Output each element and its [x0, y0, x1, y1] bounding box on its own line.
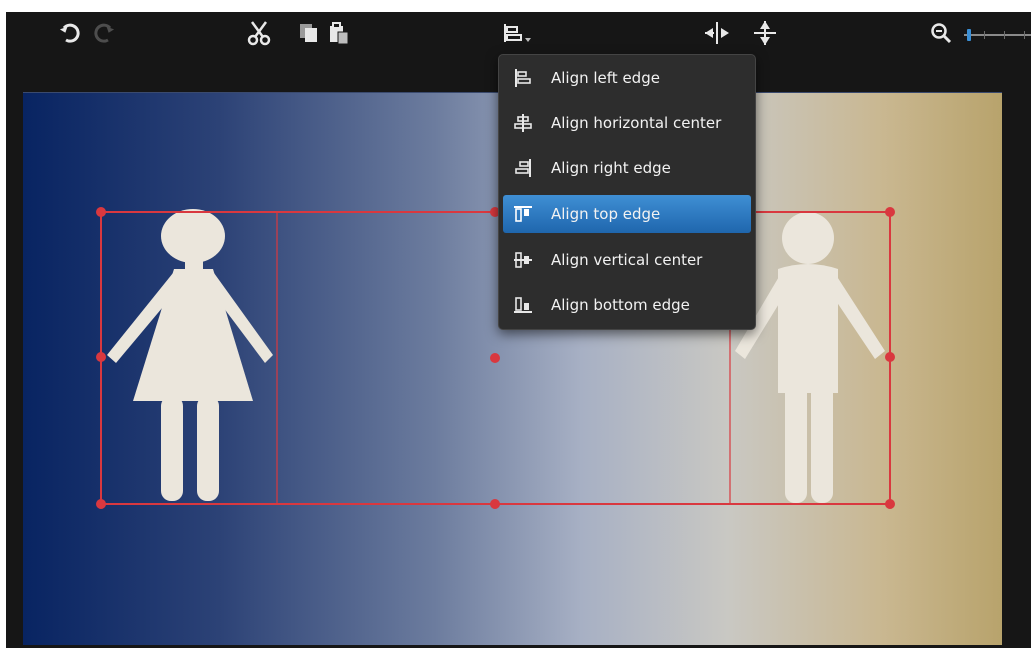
menu-item-label: Align left edge: [551, 69, 660, 87]
align-vertical-center-icon: [514, 252, 532, 268]
distribute-vertical-button[interactable]: [750, 18, 780, 48]
copy-button[interactable]: [294, 18, 324, 48]
zoom-slider[interactable]: [964, 29, 1031, 41]
align-dropdown-button[interactable]: [498, 18, 538, 48]
zoom-slider-thumb[interactable]: [967, 29, 971, 41]
redo-icon: [94, 23, 115, 43]
distribute-horizontal-icon: [705, 22, 729, 44]
handle-middle-right[interactable]: [885, 352, 895, 362]
zoom-tick: [984, 31, 985, 39]
handle-bottom-left[interactable]: [96, 499, 106, 509]
scissors-icon: [247, 21, 271, 46]
menu-item-align-left-edge[interactable]: Align left edge: [503, 59, 751, 97]
menu-item-align-bottom-edge[interactable]: Align bottom edge: [503, 286, 751, 324]
zoom-tick: [1004, 31, 1005, 39]
handle-top-right[interactable]: [885, 207, 895, 217]
man-figure[interactable]: [735, 212, 885, 503]
undo-icon: [59, 23, 80, 43]
handle-middle-left[interactable]: [96, 352, 106, 362]
zoom-tick: [1024, 31, 1025, 39]
redo-button[interactable]: [88, 18, 118, 48]
align-bottom-edge-icon: [514, 297, 532, 313]
menu-item-align-vertical-center[interactable]: Align vertical center: [503, 241, 751, 279]
distribute-vertical-icon: [754, 21, 776, 45]
handle-top-left[interactable]: [96, 207, 106, 217]
menu-item-label: Align horizontal center: [551, 114, 722, 132]
editor-window: Align left edge Align horizontal center …: [6, 12, 1031, 648]
handle-bottom-center[interactable]: [490, 499, 500, 509]
align-left-dropdown-icon: [504, 24, 531, 42]
menu-item-align-right-edge[interactable]: Align right edge: [503, 149, 751, 187]
align-horizontal-center-icon: [514, 114, 532, 132]
paste-button[interactable]: [324, 18, 354, 48]
woman-figure[interactable]: [107, 209, 273, 501]
handle-center[interactable]: [490, 353, 500, 363]
handle-bottom-right[interactable]: [885, 499, 895, 509]
distribute-horizontal-button[interactable]: [702, 18, 732, 48]
paste-icon: [330, 22, 349, 45]
menu-item-label: Align vertical center: [551, 251, 703, 269]
align-right-edge-icon: [515, 159, 531, 177]
align-left-edge-icon: [515, 69, 531, 87]
menu-item-align-horizontal-center[interactable]: Align horizontal center: [503, 104, 751, 142]
menu-item-label: Align bottom edge: [551, 296, 690, 314]
toolbar: [6, 12, 1031, 54]
align-top-edge-icon: [514, 206, 532, 222]
copy-icon: [300, 24, 317, 42]
align-menu: Align left edge Align horizontal center …: [498, 54, 756, 330]
undo-button[interactable]: [56, 18, 86, 48]
zoom-track: [964, 34, 1031, 36]
menu-item-label: Align right edge: [551, 159, 671, 177]
menu-item-label: Align top edge: [551, 205, 661, 223]
cut-button[interactable]: [244, 18, 274, 48]
menu-item-align-top-edge[interactable]: Align top edge: [503, 195, 751, 233]
zoom-out-icon: [931, 23, 952, 44]
zoom-out-button[interactable]: [926, 18, 956, 48]
